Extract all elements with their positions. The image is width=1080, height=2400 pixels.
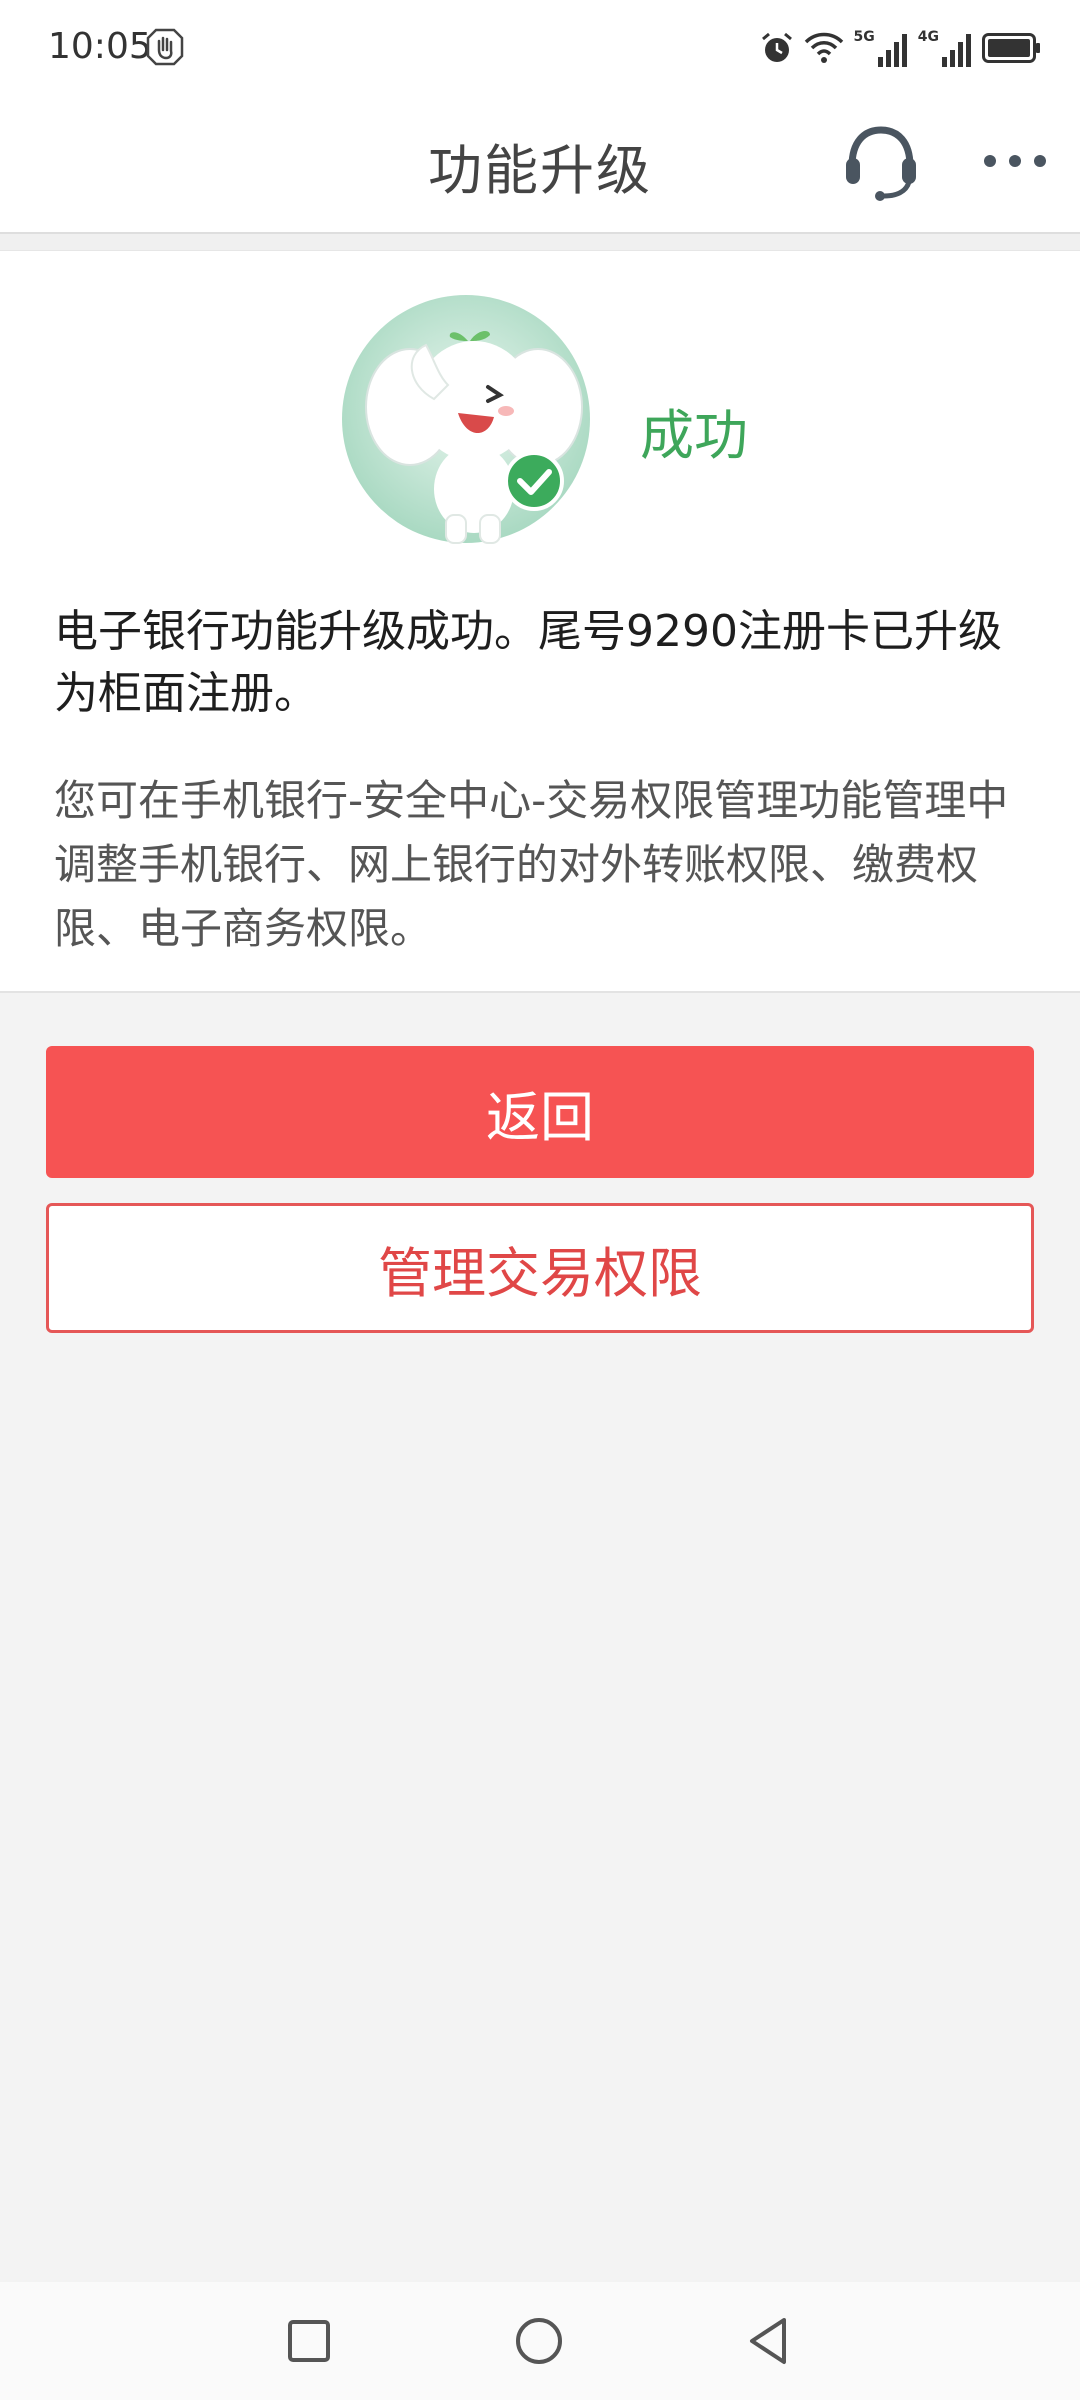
signal-4g: 4G (918, 29, 972, 67)
headset-icon[interactable] (838, 120, 924, 206)
system-nav-bar (0, 2282, 1080, 2400)
success-status: 成功 (640, 404, 748, 467)
alarm-icon (761, 32, 792, 62)
cellular-signal-icon (942, 34, 971, 67)
status-bar: 10:05 5G 4G (0, 0, 1080, 96)
signal-5g: 5G (854, 29, 908, 67)
permission-hint-message: 您可在手机银行-安全中心-交易权限管理功能管理中调整手机银行、网上银行的对外转账… (54, 776, 1009, 953)
recent-apps-icon[interactable] (282, 2314, 336, 2368)
return-button[interactable]: 返回 (46, 1046, 1034, 1178)
divider-band (0, 234, 1080, 250)
hand-icon (146, 28, 184, 66)
status-time: 10:05 (48, 26, 152, 67)
signal-5g-label: 5G (853, 29, 875, 45)
status-icons: 5G 4G (760, 26, 1042, 70)
back-icon[interactable] (742, 2314, 796, 2368)
result-card: 成功 电子银行功能升级成功。尾号9290注册卡已升级为柜面注册。 您可在手机银行… (0, 250, 1080, 993)
home-icon[interactable] (512, 2314, 566, 2368)
cellular-signal-icon (877, 34, 907, 67)
upgrade-success-message: 电子银行功能升级成功。尾号9290注册卡已升级为柜面注册。 (54, 606, 1002, 719)
battery-icon (982, 33, 1040, 63)
elephant-mascot-icon (342, 295, 590, 544)
app-header: 功能升级 (0, 96, 1080, 234)
more-icon[interactable] (980, 146, 1050, 176)
wifi-icon (804, 32, 843, 63)
signal-4g-label: 4G (917, 29, 939, 45)
manage-permissions-button[interactable]: 管理交易权限 (46, 1203, 1034, 1333)
